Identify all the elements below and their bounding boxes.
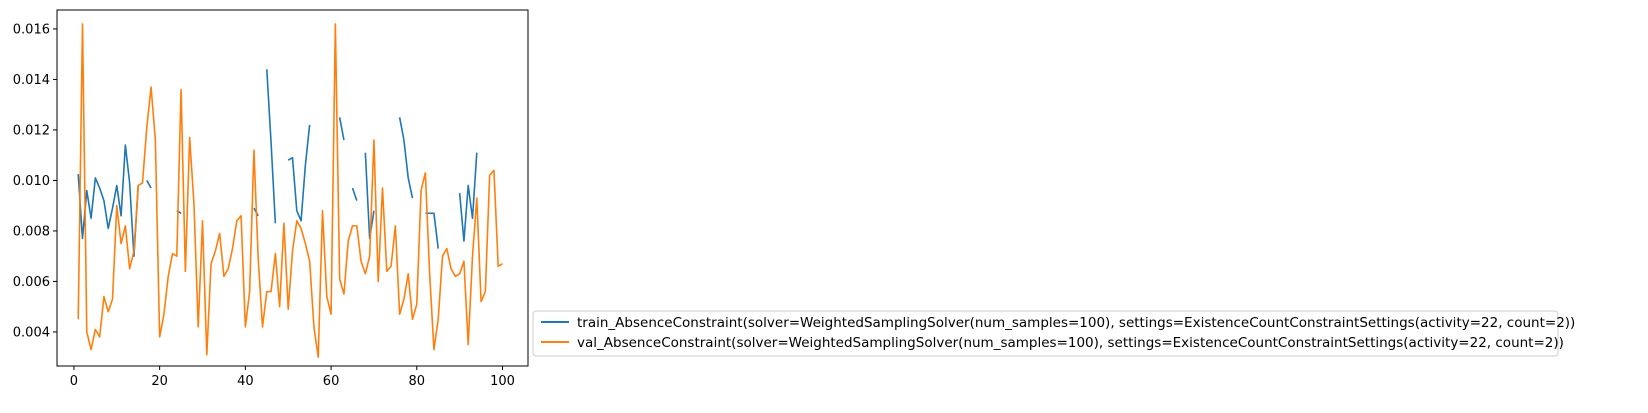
line-chart: 0 20 40 60 80 100 0.004 0.006 0.008 0.010 0.012 0.… (0, 0, 1648, 413)
legend-label-train: train_AbsenceConstraint(solver=WeightedS… (577, 315, 1575, 331)
y-tick-label: 0.012 (13, 123, 50, 138)
legend-label-val: val_AbsenceConstraint(solver=WeightedSam… (577, 335, 1564, 351)
y-tick-label: 0.006 (13, 275, 50, 290)
y-tick-label: 0.016 (13, 22, 50, 37)
x-tick-label: 100 (490, 374, 515, 389)
y-tick-label: 0.004 (13, 325, 50, 340)
y-tick-label: 0.010 (13, 174, 50, 189)
x-tick-label: 20 (151, 374, 168, 389)
y-tick-label: 0.014 (13, 73, 50, 88)
legend: train_AbsenceConstraint(solver=WeightedS… (532, 310, 1575, 357)
x-tick-label: 80 (409, 374, 426, 389)
y-tick-label: 0.008 (13, 224, 50, 239)
x-tick-label: 0 (70, 374, 78, 389)
x-tick-label: 40 (237, 374, 254, 389)
x-tick-label: 60 (323, 374, 340, 389)
